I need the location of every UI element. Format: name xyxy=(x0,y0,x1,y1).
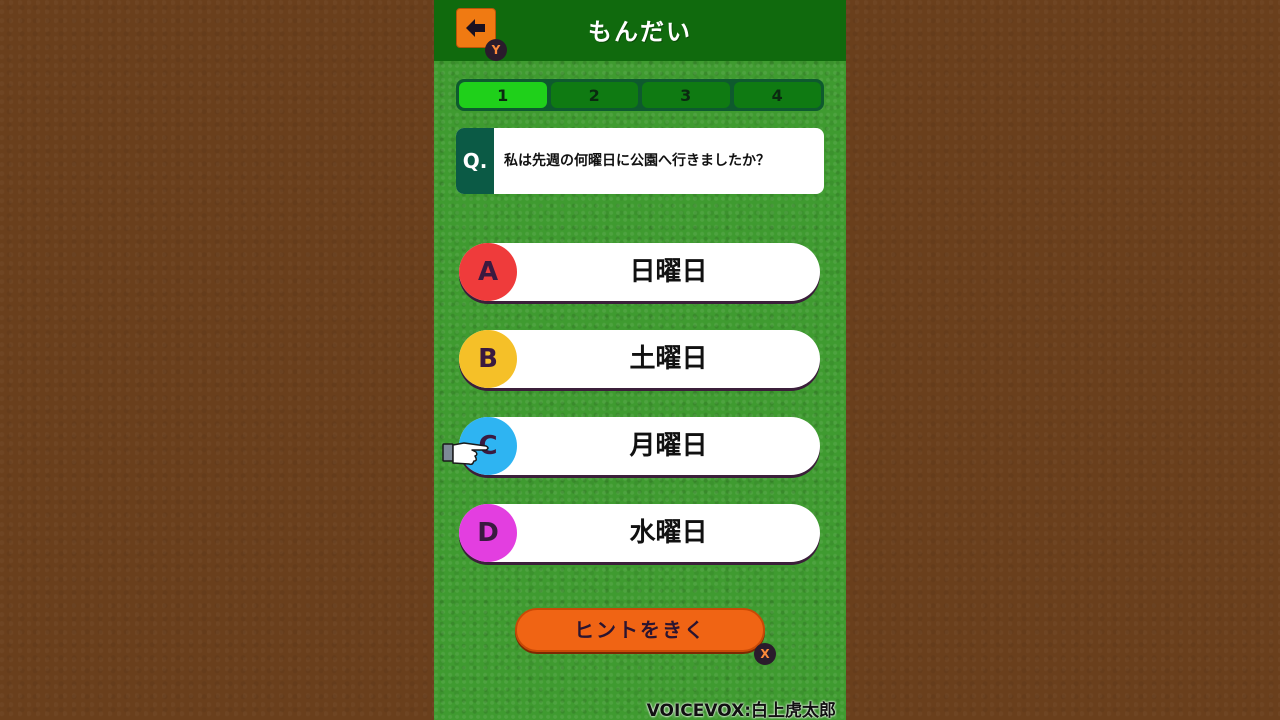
answer-letter-a: A xyxy=(459,243,517,301)
question-tab-2[interactable]: 2 xyxy=(550,82,638,108)
question-tabs: 1 2 3 4 xyxy=(456,79,824,111)
hint-button[interactable]: ヒントをきく xyxy=(515,608,765,652)
answer-letter-b: B xyxy=(459,330,517,388)
answer-label-d: 水曜日 xyxy=(629,518,708,548)
right-background xyxy=(846,0,1280,720)
answer-letter-d: D xyxy=(459,504,517,562)
page-title: もんだい xyxy=(588,18,692,46)
x-key-hint: X xyxy=(754,643,776,665)
pointing-hand-cursor-icon xyxy=(442,442,489,466)
answer-option-b[interactable]: B 土曜日 xyxy=(459,330,820,388)
answer-option-a[interactable]: A 日曜日 xyxy=(459,243,820,301)
question-tab-1[interactable]: 1 xyxy=(459,82,547,108)
answer-label-c: 月曜日 xyxy=(629,431,708,461)
left-background xyxy=(0,0,434,720)
question-tab-3[interactable]: 3 xyxy=(642,82,730,108)
question-mark: Q. xyxy=(456,128,494,194)
question-box: Q. 私は先週の何曜日に公園へ行きましたか？ xyxy=(456,128,824,194)
answer-option-c[interactable]: C 月曜日 xyxy=(459,417,820,475)
answer-label-a: 日曜日 xyxy=(629,257,708,287)
answer-label-b: 土曜日 xyxy=(629,344,708,374)
question-text: 私は先週の何曜日に公園へ行きましたか？ xyxy=(504,153,770,169)
header-bar: Y もんだい xyxy=(434,0,846,61)
game-screen: Y もんだい 1 2 3 4 Q. 私は先週の何曜日に公園へ行きましたか？ A … xyxy=(434,0,846,720)
answer-option-d[interactable]: D 水曜日 xyxy=(459,504,820,562)
question-tab-4[interactable]: 4 xyxy=(733,82,821,108)
voice-credit: VOICEVOX:白上虎太郎 xyxy=(646,701,836,720)
